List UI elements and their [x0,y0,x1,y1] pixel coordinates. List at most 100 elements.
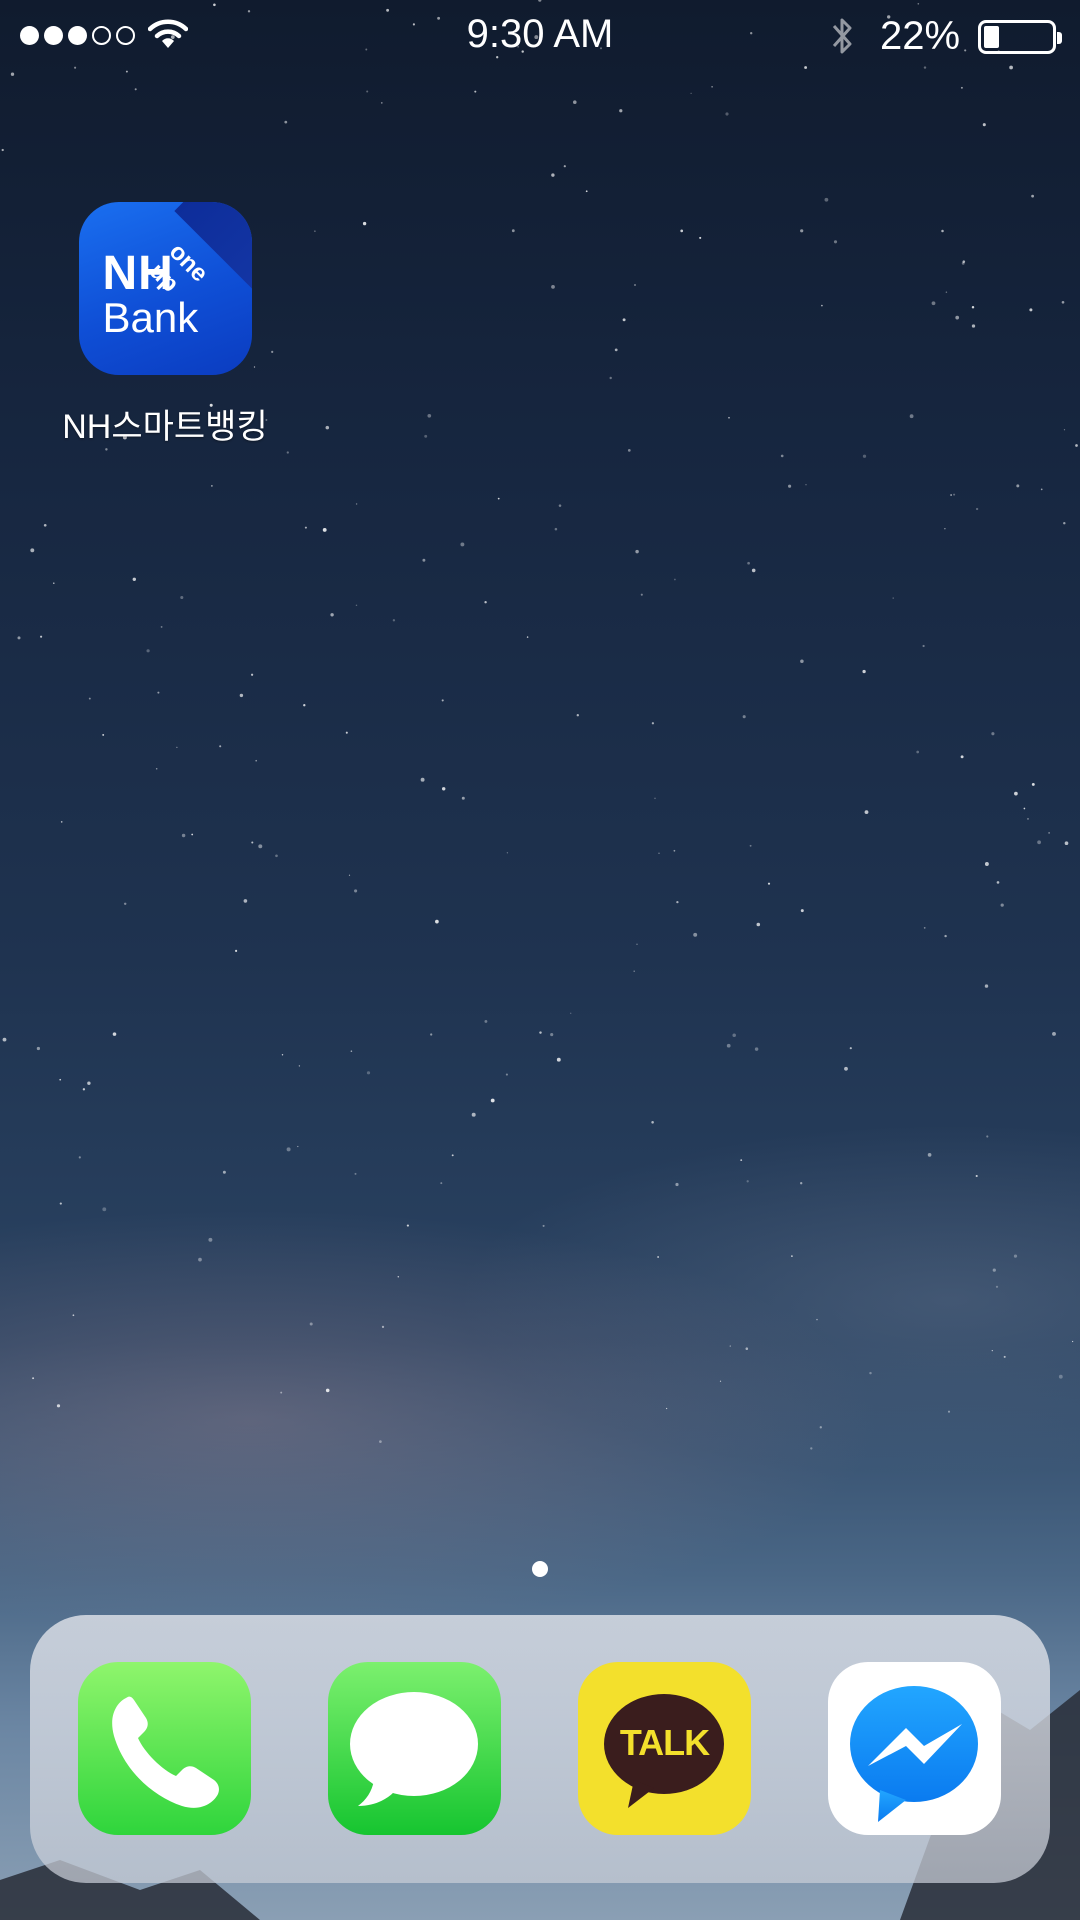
star [497,497,500,500]
star [366,90,369,93]
star [984,984,989,988]
star [420,777,425,782]
star [1061,300,1065,304]
star [298,1065,301,1067]
star [982,123,986,127]
star [1063,521,1066,525]
star [250,673,254,676]
star [941,229,944,233]
star [1,148,4,152]
star [1040,488,1043,491]
star [1052,1031,1056,1036]
star [745,1347,749,1350]
star [780,454,784,458]
star [354,1172,357,1175]
star [746,1180,749,1183]
battery-percentage: 22% [880,14,961,58]
star [810,1447,813,1450]
star [1014,791,1018,796]
battery-tip [1057,32,1062,44]
star [816,1318,818,1321]
star [78,1156,81,1159]
star [1023,807,1026,810]
star [788,484,792,488]
star [258,844,263,849]
star [1027,818,1029,820]
star [984,862,989,866]
star [995,1285,999,1288]
star [633,970,635,972]
star [634,284,636,286]
star [627,449,631,452]
star [862,669,866,674]
star [511,229,515,233]
star [1075,444,1078,447]
star [576,714,579,717]
star [971,324,976,328]
star [1029,308,1033,312]
messages-app-icon[interactable] [328,1662,501,1835]
star [208,1237,213,1242]
star [392,619,396,622]
star [992,1268,996,1272]
star [2,1037,7,1042]
star [303,704,306,707]
messages-icon [350,1692,478,1806]
star [719,1380,722,1382]
star [112,1032,117,1036]
star [526,636,529,638]
star [105,448,108,451]
nh-bank-icon[interactable]: one up NH Bank [78,202,252,375]
star [892,597,894,599]
star [354,889,358,893]
star [651,722,655,725]
star [945,291,948,293]
star [348,874,351,876]
star [1013,1254,1018,1258]
star [440,1182,443,1185]
star [1063,429,1066,431]
star [345,731,348,734]
kakaotalk-app-icon[interactable]: TALK [578,1662,751,1835]
star [355,503,358,505]
nh-icon-sub-text: Bank [102,294,199,341]
star [441,699,444,702]
nh-icon-main-text: NH [102,247,174,300]
star [123,902,127,906]
star [441,787,446,791]
star [102,733,105,736]
star [570,1012,572,1014]
page-indicator-dot[interactable] [532,1561,548,1577]
star [955,315,960,320]
star [640,593,643,596]
star [155,768,158,770]
star [636,943,638,945]
star [180,595,184,600]
star [800,229,804,233]
dock: TALK [30,1615,1050,1883]
star [996,881,1000,884]
star [726,1043,731,1048]
star [805,484,807,486]
phone-app-icon[interactable] [78,1662,251,1835]
battery-icon [978,20,1062,54]
star [674,578,676,581]
star [286,451,289,454]
star [1064,841,1069,846]
star [551,173,555,177]
star [844,1066,848,1071]
star [422,558,426,562]
star [800,909,804,913]
star [350,1050,353,1052]
star [82,1088,86,1091]
star [947,1410,951,1413]
star [435,919,439,924]
star [862,454,867,458]
star [676,900,679,904]
star [430,1033,433,1036]
star [558,504,562,507]
messenger-app-icon[interactable] [828,1662,1001,1835]
app-nh-smart-banking[interactable]: one up NH Bank NH스마트뱅킹 [50,202,280,448]
star [471,1112,476,1117]
star [191,833,194,836]
